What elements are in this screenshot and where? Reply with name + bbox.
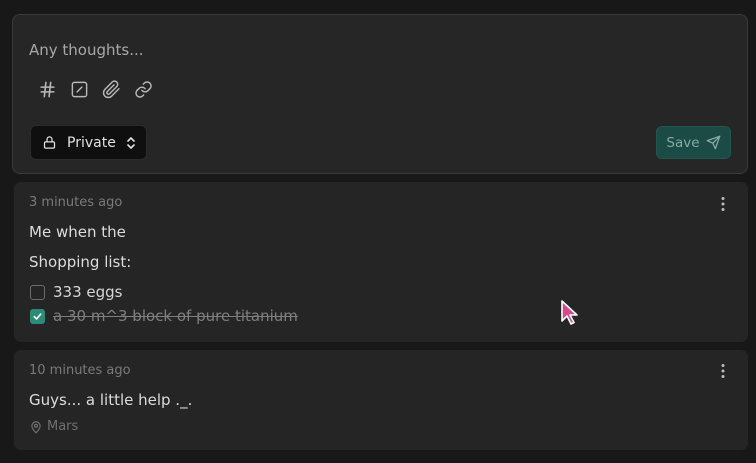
memo-card: 3 minutes ago Me when the Shopping list:…	[14, 182, 748, 342]
task-label: a 30 m^3 block of pure titanium	[53, 307, 298, 325]
more-options-icon[interactable]	[718, 362, 728, 380]
chevron-up-down-icon	[126, 135, 136, 151]
memo-text: Me when the	[29, 223, 126, 241]
memo-location[interactable]: Mars	[29, 419, 78, 434]
checkbox-icon[interactable]	[69, 79, 90, 100]
attachment-icon[interactable]	[101, 79, 122, 100]
task-checkbox-checked[interactable]	[30, 308, 45, 324]
memo-timestamp[interactable]: 10 minutes ago	[29, 363, 131, 378]
task-checkbox[interactable]	[30, 284, 45, 300]
memos-page: Any thoughts... Private Save 3 minutes a…	[0, 0, 756, 463]
mouse-cursor-icon	[561, 300, 578, 325]
map-pin-icon	[29, 420, 43, 434]
location-label: Mars	[47, 419, 79, 434]
save-button[interactable]: Save	[656, 126, 731, 159]
memo-editor: Any thoughts... Private Save	[12, 14, 748, 174]
visibility-label: Private	[67, 134, 116, 151]
task-item: a 30 m^3 block of pure titanium	[30, 307, 298, 325]
save-label: Save	[666, 134, 700, 151]
link-icon[interactable]	[133, 79, 154, 100]
task-label: 333 eggs	[53, 283, 123, 301]
editor-toolbar	[37, 79, 154, 100]
lock-icon	[42, 135, 57, 150]
more-options-icon[interactable]	[718, 195, 728, 213]
hashtag-icon[interactable]	[37, 79, 58, 100]
memo-text: Guys... a little help ._.	[29, 391, 193, 409]
memo-card: 10 minutes ago Guys... a little help ._.…	[14, 350, 748, 450]
memo-timestamp[interactable]: 3 minutes ago	[29, 195, 122, 210]
send-icon	[706, 135, 721, 150]
task-item: 333 eggs	[30, 283, 123, 301]
memo-input[interactable]: Any thoughts...	[29, 40, 709, 60]
memo-text: Shopping list:	[29, 253, 132, 271]
visibility-select[interactable]: Private	[30, 125, 147, 160]
